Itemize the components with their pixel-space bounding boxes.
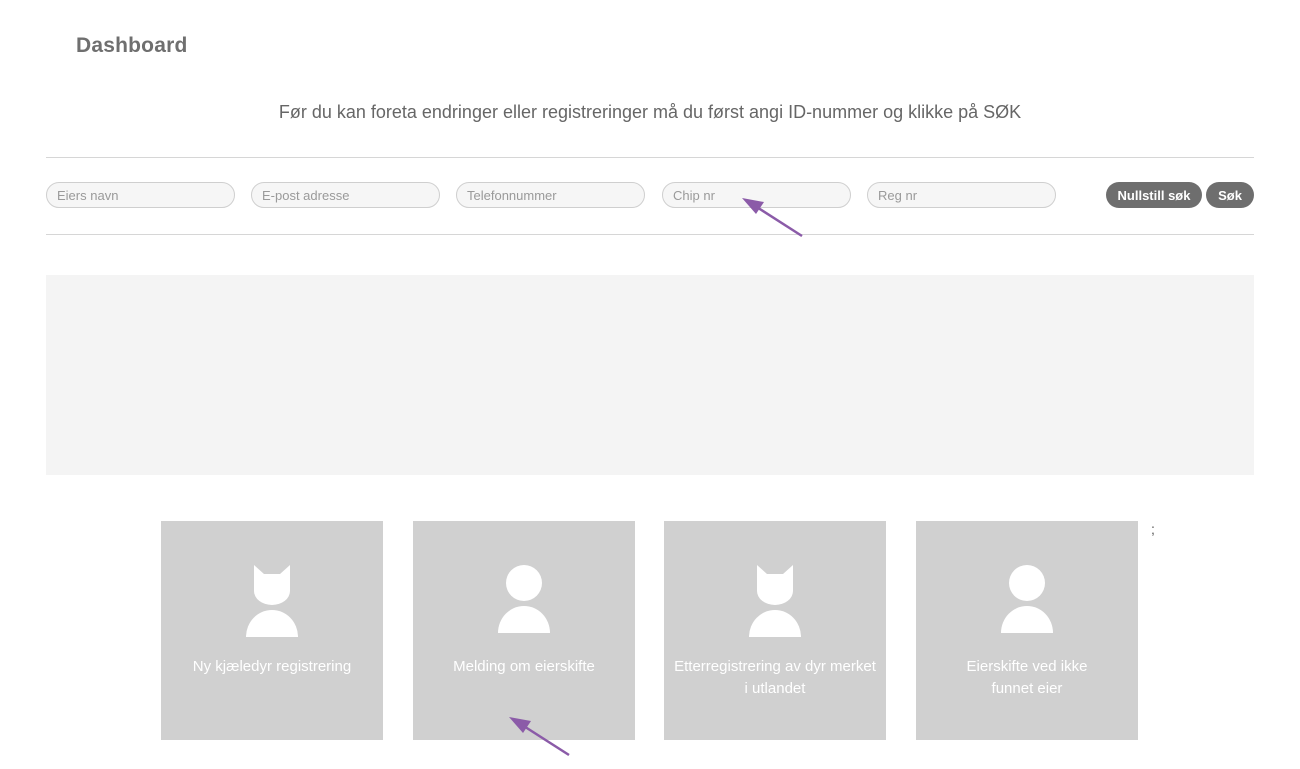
tile-new-pet-registration[interactable]: Ny kjæledyr registrering	[161, 521, 383, 740]
person-icon	[1001, 565, 1053, 633]
divider-top	[46, 157, 1254, 158]
person-icon	[498, 565, 550, 633]
reg-number-input[interactable]	[867, 182, 1056, 208]
tile-foreign-marked-registration[interactable]: Etterregistrering av dyr merket i utland…	[664, 521, 886, 740]
phone-input[interactable]	[456, 182, 645, 208]
tile-label: Melding om eierskifte	[453, 658, 595, 675]
cat-icon	[246, 565, 298, 637]
search-button[interactable]: Søk	[1206, 182, 1254, 208]
search-bar: Nullstill søk Søk	[0, 182, 1300, 208]
stray-text: ;	[1151, 521, 1155, 537]
tile-ownership-change-notice[interactable]: Melding om eierskifte	[413, 521, 635, 740]
tile-ownership-change-unknown-owner[interactable]: Eierskifte ved ikke funnet eier	[916, 521, 1138, 740]
divider-bottom	[46, 234, 1254, 235]
instruction-text: Før du kan foreta endringer eller regist…	[278, 102, 1022, 122]
chip-number-input[interactable]	[662, 182, 851, 208]
cat-icon	[749, 565, 801, 637]
email-input[interactable]	[251, 182, 440, 208]
tile-label: Ny kjæledyr registrering	[192, 658, 352, 675]
results-panel	[46, 275, 1254, 475]
tile-label: Eierskifte ved ikke funnet eier	[966, 658, 1088, 697]
reset-search-button[interactable]: Nullstill søk	[1106, 182, 1202, 208]
page-title: Dashboard	[76, 34, 188, 57]
tile-label: Etterregistrering av dyr merket i utland…	[674, 658, 876, 697]
owner-name-input[interactable]	[46, 182, 235, 208]
